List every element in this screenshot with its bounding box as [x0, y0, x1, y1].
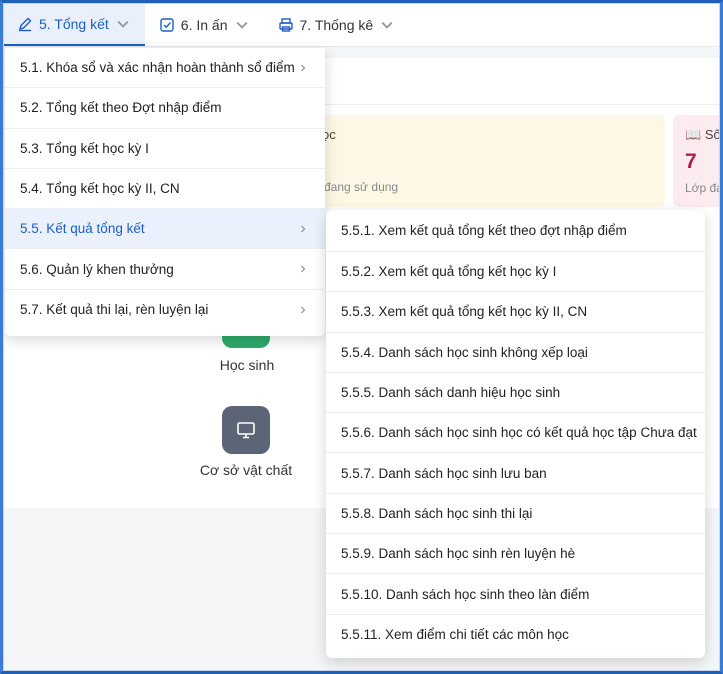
nav-in-an[interactable]: 6. In ấn: [145, 3, 264, 46]
menu-item-label: 5.5. Kết quả tổng kết: [20, 221, 145, 237]
submenu-item-5-5-6[interactable]: 5.5.6. Danh sách học sinh học có kết quả…: [326, 413, 705, 454]
submenu-item-5-5-7[interactable]: 5.5.7. Danh sách học sinh lưu ban: [326, 453, 705, 494]
chevron-right-icon: [301, 306, 306, 314]
tile-label-co-so-vat-chat[interactable]: Cơ sở vật chất: [186, 462, 306, 478]
menu-item-5-1[interactable]: 5.1. Khóa sổ và xác nhận hoàn thành sổ đ…: [5, 48, 325, 89]
card-subtitle: đang sử dụng: [324, 180, 399, 194]
chevron-down-icon: [236, 21, 247, 29]
menu-item-label: 5.2. Tổng kết theo Đợt nhập điểm: [20, 100, 222, 116]
submenu-item-5-5-10[interactable]: 5.5.10. Danh sách học sinh theo làn điểm: [326, 574, 705, 615]
submenu-item-5-5-4[interactable]: 5.5.4. Danh sách học sinh không xếp loại: [326, 333, 705, 373]
submenu-item-5-5-9[interactable]: 5.5.9. Danh sách học sinh rèn luyện hè: [326, 534, 705, 575]
nav-tong-ket[interactable]: 5. Tổng kết: [3, 3, 145, 46]
submenu-item-5-5-11[interactable]: 5.5.11. Xem điểm chi tiết các môn học: [326, 615, 705, 655]
menu-item-5-3[interactable]: 5.3. Tổng kết học kỳ I: [5, 129, 325, 169]
tile-label-hoc-sinh[interactable]: Học sinh: [205, 357, 289, 373]
stat-card-yellow: ọc đang sử dụng: [300, 115, 665, 207]
checkbox-icon: [160, 17, 174, 32]
menu-item-5-2[interactable]: 5.2. Tổng kết theo Đợt nhập điểm: [5, 88, 325, 129]
menu-item-5-6[interactable]: 5.6. Quản lý khen thưởng: [5, 249, 325, 290]
chevron-right-icon: [301, 64, 306, 72]
nav-label: 6. In ấn: [180, 16, 228, 33]
card-title: Số: [704, 127, 721, 142]
chevron-down-icon: [117, 20, 129, 28]
stat-card-pink: 📖 Số 7 Lớp đa: [673, 115, 723, 207]
submenu-item-5-5-5[interactable]: 5.5.5. Danh sách danh hiệu học sinh: [326, 373, 705, 414]
tong-ket-dropdown: 5.1. Khóa sổ và xác nhận hoàn thành sổ đ…: [5, 48, 325, 336]
submenu-item-5-5-3[interactable]: 5.5.3. Xem kết quả tổng kết học kỳ II, C…: [326, 292, 705, 333]
nav-label: 7. Thống kê: [299, 16, 374, 33]
submenu-item-5-5-8[interactable]: 5.5.8. Danh sách học sinh thi lại: [326, 494, 705, 535]
nav-label: 5. Tổng kết: [39, 15, 109, 32]
menu-item-5-5[interactable]: 5.5. Kết quả tổng kết: [5, 209, 325, 250]
menu-item-label: 5.7. Kết quả thi lại, rèn luyện lại: [20, 302, 209, 318]
menu-item-5-7[interactable]: 5.7. Kết quả thi lại, rèn luyện lại: [5, 290, 325, 330]
submenu-item-5-5-1[interactable]: 5.5.1. Xem kết quả tổng kết theo đợt nhậ…: [326, 210, 705, 252]
card-value: 7: [685, 150, 697, 173]
pencil-icon: [18, 17, 32, 31]
menu-item-label: 5.3. Tổng kết học kỳ I: [20, 140, 149, 156]
book-icon: 📖: [685, 127, 702, 142]
submenu-item-5-5-2[interactable]: 5.5.2. Xem kết quả tổng kết học kỳ I: [326, 252, 705, 293]
printer-icon: [278, 17, 293, 32]
chevron-down-icon: [381, 21, 393, 29]
monitor-glyph: [237, 422, 255, 439]
menu-item-label: 5.1. Khóa sổ và xác nhận hoàn thành sổ đ…: [20, 60, 295, 76]
nav-thong-ke[interactable]: 7. Thống kê: [264, 3, 410, 46]
monitor-icon[interactable]: [222, 406, 270, 454]
menu-item-5-4[interactable]: 5.4. Tổng kết học kỳ II, CN: [5, 169, 325, 210]
chevron-right-icon: [301, 265, 306, 273]
chevron-right-icon: [301, 225, 306, 233]
card-title-row: 📖 Số: [685, 127, 721, 143]
ket-qua-tong-ket-submenu: 5.5.1. Xem kết quả tổng kết theo đợt nhậ…: [326, 210, 705, 658]
menu-item-label: 5.4. Tổng kết học kỳ II, CN: [20, 181, 180, 197]
top-nav: 5. Tổng kết 6. In ấn 7. Thống kê: [3, 3, 720, 47]
card-subtitle: Lớp đa: [685, 181, 723, 195]
menu-item-label: 5.6. Quản lý khen thưởng: [20, 261, 174, 277]
